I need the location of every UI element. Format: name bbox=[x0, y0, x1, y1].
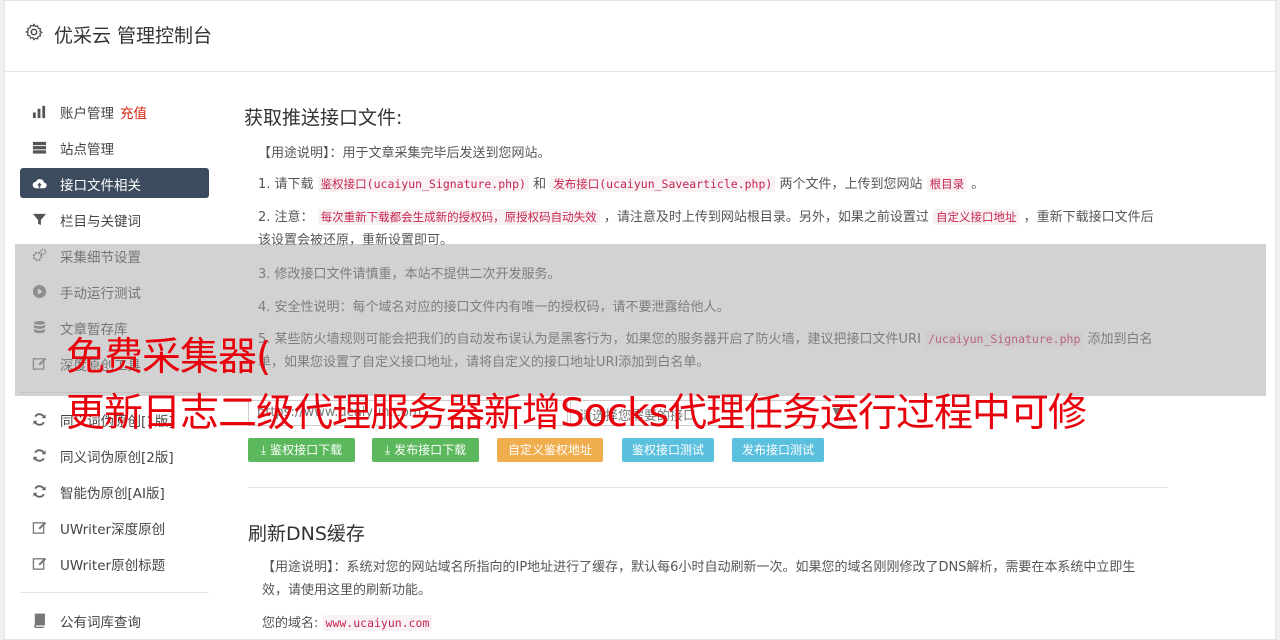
sidebar-item-uwriter-title[interactable]: UWriter原创标题 bbox=[20, 548, 209, 578]
warning-code: 每次重新下载都会生成新的授权码，原授权码自动失效 bbox=[317, 209, 600, 225]
overlay-text-line1: 免费采集器( bbox=[66, 335, 271, 380]
custom-url-code: 自定义接口地址 bbox=[932, 209, 1020, 225]
pub-file-code: 发布接口(ucaiyun_Savearticle.php) bbox=[550, 176, 776, 192]
sidebar-item-label: 账户管理 bbox=[60, 106, 114, 122]
section-title-interface-files: 获取推送接口文件: bbox=[244, 107, 403, 129]
recharge-link[interactable]: 充值 bbox=[120, 106, 147, 122]
sidebar-item-account[interactable]: 账户管理 充值 bbox=[20, 96, 209, 126]
refresh-icon bbox=[33, 413, 46, 426]
sidebar-item-label: 栏目与关键词 bbox=[60, 214, 141, 230]
gear-icon bbox=[25, 23, 43, 41]
custom-sig-button[interactable]: 自定义鉴权地址 bbox=[497, 438, 603, 462]
refresh-icon bbox=[33, 485, 46, 498]
download-icon: ⤓ bbox=[384, 443, 391, 457]
sidebar-item-interface-files[interactable]: 接口文件相关 bbox=[20, 168, 209, 198]
download-icon: ⤓ bbox=[260, 443, 267, 457]
bar-chart-icon bbox=[32, 105, 46, 119]
sig-test-button[interactable]: 鉴权接口测试 bbox=[622, 438, 714, 462]
sidebar-item-label: 公有词库查询 bbox=[60, 615, 141, 631]
edit-icon bbox=[32, 521, 47, 534]
overlay-text-line2: 更新日志二级代理服务器新增Socks代理任务运行过程中可修 bbox=[66, 391, 1087, 436]
refresh-icon bbox=[33, 449, 46, 462]
usage-description: 【用途说明】：用于文章采集完毕后发送到您网站。 bbox=[258, 146, 551, 161]
filter-icon bbox=[32, 213, 47, 226]
pub-test-button[interactable]: 发布接口测试 bbox=[732, 438, 824, 462]
sig-download-button[interactable]: ⤓ 鉴权接口下载 bbox=[248, 438, 355, 462]
sidebar-item-label: UWriter原创标题 bbox=[60, 558, 166, 574]
sig-file-code: 鉴权接口(ucaiyun_Signature.php) bbox=[317, 176, 529, 192]
server-icon bbox=[32, 141, 47, 154]
sidebar-item-synonym-v2[interactable]: 同义词伪原创[2版] bbox=[20, 440, 209, 470]
instruction-1: 1. 请下载 鉴权接口(ucaiyun_Signature.php) 和 发布接… bbox=[258, 176, 985, 192]
sidebar-item-label: 同义词伪原创[2版] bbox=[60, 450, 174, 466]
top-header: 优采云 管理控制台 bbox=[5, 1, 1275, 72]
section-title-dns: 刷新DNS缓存 bbox=[248, 523, 365, 545]
sidebar-item-ai-rewrite[interactable]: 智能伪原创[AI版] bbox=[20, 476, 209, 506]
book-icon bbox=[34, 613, 45, 628]
sidebar-item-columns-keywords[interactable]: 栏目与关键词 bbox=[20, 204, 209, 234]
dns-usage-description: 【用途说明】：系统对您的网站域名所指向的IP地址进行了缓存，默认每6小时自动刷新… bbox=[262, 560, 1136, 598]
sidebar-divider bbox=[20, 592, 209, 593]
domain-label: 您的域名: bbox=[262, 616, 319, 631]
page-title: 优采云 管理控制台 bbox=[54, 25, 213, 47]
root-dir-code: 根目录 bbox=[926, 176, 968, 192]
sidebar-item-label: 站点管理 bbox=[60, 142, 114, 158]
sidebar-item-public-lexicon[interactable]: 公有词库查询 bbox=[20, 605, 209, 635]
sidebar-item-sites[interactable]: 站点管理 bbox=[20, 132, 209, 162]
section-divider bbox=[248, 487, 1168, 488]
sidebar-item-label: UWriter深度原创 bbox=[60, 522, 166, 538]
sidebar-item-label: 智能伪原创[AI版] bbox=[60, 486, 165, 502]
sidebar-item-label: 接口文件相关 bbox=[60, 178, 141, 194]
edit-icon bbox=[32, 557, 47, 570]
domain-value: www.ucaiyun.com bbox=[322, 615, 433, 631]
pub-download-button[interactable]: ⤓ 发布接口下载 bbox=[372, 438, 479, 462]
sidebar-item-uwriter-deep[interactable]: UWriter深度原创 bbox=[20, 512, 209, 542]
cloud-upload-icon bbox=[32, 179, 47, 189]
domain-row: 您的域名: www.ucaiyun.com bbox=[262, 612, 1158, 635]
